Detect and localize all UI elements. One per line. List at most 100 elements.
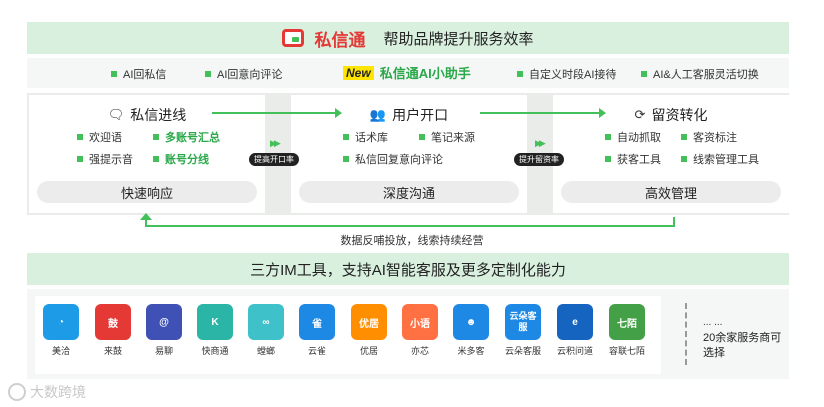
app-label: 云雀 bbox=[307, 346, 326, 356]
list-item: 欢迎语 bbox=[77, 129, 122, 145]
panel-footer-pill: 深度沟通 bbox=[299, 181, 519, 203]
app-label: 米多客 bbox=[457, 346, 485, 356]
brand-slogan: 帮助品牌提升服务效率 bbox=[383, 30, 534, 48]
item-label: 笔记来源 bbox=[431, 132, 475, 144]
list-item: 多账号汇总 bbox=[153, 129, 220, 145]
watermark-logo-icon bbox=[8, 383, 26, 401]
meiqia-logo-icon: ◔ bbox=[43, 304, 79, 340]
item-label: 强提示音 bbox=[89, 154, 133, 166]
forward-icon: ▶▶ bbox=[535, 138, 546, 148]
item-label: 自动抓取 bbox=[617, 132, 661, 144]
list-item: 账号分线 bbox=[153, 151, 209, 167]
bullet-icon bbox=[205, 71, 211, 77]
feature-custom-time: 自定义时段AI接待 bbox=[517, 66, 616, 82]
im-tools-banner: 三方IM工具，支持AI智能客服及更多定制化能力 bbox=[27, 253, 789, 285]
miduoke-logo-icon: ☻ bbox=[453, 304, 489, 340]
list-item: 线索管理工具 bbox=[681, 151, 759, 167]
list-item: 自动抓取 bbox=[605, 129, 661, 145]
item-label: 线索管理工具 bbox=[693, 154, 759, 166]
assistant-title: 私信通AI小助手 bbox=[379, 66, 471, 81]
bullet-icon bbox=[605, 134, 611, 140]
app-label: 螳螂 bbox=[256, 346, 275, 356]
refresh-icon: ⟳ bbox=[634, 107, 646, 122]
yunduo-logo-icon: 云朵客服 bbox=[505, 304, 541, 340]
top-banner: 私信通 帮助品牌提升服务效率 bbox=[27, 22, 789, 54]
youju-logo-icon: 优居 bbox=[351, 304, 387, 340]
app-item: ☻ 米多客 bbox=[449, 304, 493, 357]
bullet-icon bbox=[605, 156, 611, 162]
panel-title-text: 用户开口 bbox=[392, 107, 449, 123]
bullet-icon bbox=[517, 71, 523, 77]
user-group-icon: 👥 bbox=[369, 107, 387, 122]
bullet-icon bbox=[681, 134, 687, 140]
bullet-icon bbox=[153, 134, 159, 140]
app-item: ◔ 美洽 bbox=[39, 304, 83, 357]
item-label: 话术库 bbox=[355, 132, 388, 144]
app-item: K 快商通 bbox=[193, 304, 237, 357]
more-dots: ... ... bbox=[703, 317, 723, 328]
list-item: 获客工具 bbox=[605, 151, 661, 167]
lead-rate-chip: 提升留资率 bbox=[514, 153, 564, 166]
more-providers-text: 20余家服务商可选择 bbox=[703, 332, 782, 359]
up-arrow-icon bbox=[140, 213, 152, 220]
feedback-loop-line bbox=[145, 217, 675, 227]
ronglian-logo-icon: 七陌 bbox=[609, 304, 645, 340]
app-label: 亦芯 bbox=[410, 346, 429, 356]
app-item: 鼓来鼓 bbox=[91, 304, 135, 357]
feature-switch: AI&人工客服灵活切换 bbox=[641, 66, 759, 82]
app-item: 小语 亦芯 bbox=[398, 304, 442, 357]
kuaishangtong-logo-icon: K bbox=[197, 304, 233, 340]
panel-title-text: 私信进线 bbox=[130, 107, 187, 123]
flow-arrow-icon bbox=[212, 108, 342, 118]
bullet-icon bbox=[111, 71, 117, 77]
app-item: 优居 优居 bbox=[347, 304, 391, 357]
app-label: 快商通 bbox=[201, 346, 229, 356]
feature-label: AI回私信 bbox=[123, 69, 167, 81]
item-label: 私信回复意向评论 bbox=[355, 154, 443, 166]
bullet-icon bbox=[419, 134, 425, 140]
feature-ai-reply: AI回私信 bbox=[111, 66, 166, 82]
app-item: @ 易聊 bbox=[142, 304, 186, 357]
bullet-icon bbox=[153, 156, 159, 162]
app-label: 云积问道 bbox=[556, 346, 593, 356]
bullet-icon bbox=[343, 156, 349, 162]
panel-title: ⟳ 留资转化 bbox=[553, 105, 789, 125]
apps-grid: ◔ 美洽 鼓来鼓 @ 易聊 K 快商通 ∞ 螳螂 雀云雀 优居 优居 小语 亦芯 ☻ 米多客 … bbox=[35, 296, 661, 374]
item-label: 欢迎语 bbox=[89, 132, 122, 144]
app-item: 云朵客服 云朵客服 bbox=[501, 304, 545, 357]
forward-icon: ▶▶ bbox=[270, 138, 281, 148]
yunji-logo-icon: e bbox=[557, 304, 593, 340]
app-item: e 云积问道 bbox=[553, 304, 597, 357]
yunque-logo-icon: 雀 bbox=[299, 304, 335, 340]
watermark: 大数跨境 bbox=[8, 382, 86, 402]
bullet-icon bbox=[343, 134, 349, 140]
app-item: 雀云雀 bbox=[295, 304, 339, 357]
feature-bar: AI回私信 AI回意向评论 New 私信通AI小助手 自定义时段AI接待 AI&… bbox=[27, 58, 789, 88]
watermark-text: 大数跨境 bbox=[30, 384, 86, 400]
list-item: 话术库 bbox=[343, 129, 388, 145]
item-label: 账号分线 bbox=[165, 154, 209, 166]
chat-window-icon: 🗨 bbox=[107, 107, 125, 122]
item-label: 多账号汇总 bbox=[165, 132, 220, 144]
dashed-divider bbox=[685, 303, 687, 365]
bullet-icon bbox=[641, 71, 647, 77]
app-item: 七陌 容联七陌 bbox=[605, 304, 649, 357]
app-label: 容联七陌 bbox=[608, 346, 645, 356]
list-item: 强提示音 bbox=[77, 151, 133, 167]
feature-label: AI回意向评论 bbox=[217, 69, 283, 81]
app-label: 易聊 bbox=[154, 346, 173, 356]
yixin-logo-icon: 小语 bbox=[402, 304, 438, 340]
app-label: 美洽 bbox=[51, 346, 70, 356]
app-label: 优居 bbox=[359, 346, 378, 356]
item-label: 获客工具 bbox=[617, 154, 661, 166]
list-item: 客资标注 bbox=[681, 129, 737, 145]
feature-label: AI&人工客服灵活切换 bbox=[653, 69, 759, 81]
feature-ai-comment: AI回意向评论 bbox=[205, 66, 282, 82]
new-badge: New bbox=[343, 65, 374, 80]
bullet-icon bbox=[77, 134, 83, 140]
list-item: 私信回复意向评论 bbox=[343, 151, 443, 167]
panel-title: 🗨 私信进线 bbox=[29, 105, 265, 125]
bullet-icon bbox=[681, 156, 687, 162]
brand-logo-icon bbox=[282, 29, 305, 47]
laigu-logo-icon: 鼓 bbox=[95, 304, 131, 340]
